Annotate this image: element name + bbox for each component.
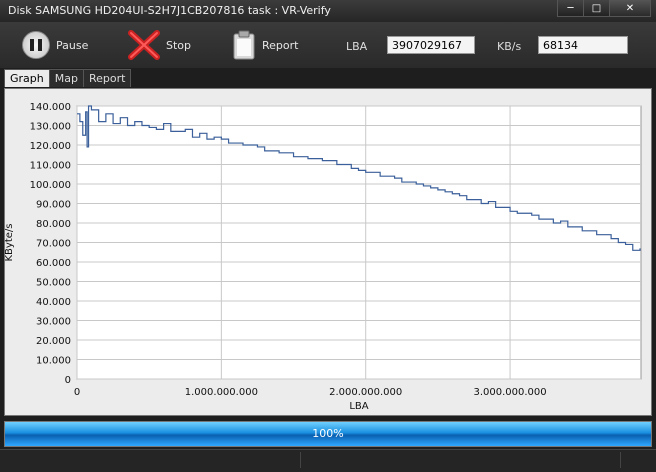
close-button[interactable]: ✕	[609, 0, 651, 17]
y-tick-label: 0	[65, 375, 71, 386]
y-tick-label: 80.000	[36, 219, 71, 230]
close-icon: ✕	[625, 2, 635, 14]
maximize-button[interactable]: □	[583, 0, 610, 17]
progress-bar: 100%	[4, 421, 652, 447]
title-bar: Disk SAMSUNG HD204UI-S2H7J1CB207816 task…	[0, 0, 656, 23]
window-title: Disk SAMSUNG HD204UI-S2H7J1CB207816 task…	[8, 4, 331, 17]
stop-label: Stop	[166, 38, 192, 52]
clipboard-icon	[233, 30, 255, 60]
y-tick-label: 10.000	[36, 356, 71, 367]
tab-graph[interactable]: Graph	[4, 69, 50, 87]
y-tick-label: 70.000	[36, 239, 71, 250]
tab-report[interactable]: Report	[82, 69, 132, 87]
pause-icon	[22, 31, 50, 59]
maximize-icon: □	[591, 2, 602, 14]
y-tick-label: 100.000	[30, 180, 71, 191]
graph-panel: 0 10.000 20.000 30.000 40.000 50.000 60.000 70.…	[4, 88, 652, 416]
pause-label: Pause	[56, 38, 89, 52]
throughput-chart: 0 10.000 20.000 30.000 40.000 50.000 60.000 70.…	[5, 102, 642, 412]
y-tick-label: 130.000	[30, 122, 71, 133]
x-tick-label: 0	[74, 387, 80, 398]
y-tick-label: 120.000	[30, 141, 71, 152]
pause-button[interactable]: Pause	[22, 31, 88, 59]
y-tick-label: 50.000	[36, 278, 71, 289]
status-bar	[0, 449, 656, 472]
kbs-field[interactable]	[538, 36, 628, 54]
toolbar: Pause Stop Report LBA KB/s	[0, 22, 656, 68]
stop-icon	[128, 30, 160, 60]
minimize-button[interactable]: ─	[557, 0, 584, 17]
status-divider	[300, 452, 301, 468]
x-axis-label: LBA	[349, 401, 368, 412]
y-tick-label: 110.000	[30, 161, 71, 172]
y-tick-label: 20.000	[36, 336, 71, 347]
report-button[interactable]: Report	[232, 30, 299, 60]
y-axis-label: KByte/s	[5, 224, 15, 262]
progress-label: 100%	[312, 427, 344, 440]
y-tick-label: 30.000	[36, 317, 71, 328]
lba-label: LBA	[346, 40, 368, 53]
y-tick-label: 60.000	[36, 258, 71, 269]
x-tick-label: 3.000.000.000	[473, 387, 546, 398]
y-tick-label: 90.000	[36, 200, 71, 211]
kbs-label: KB/s	[497, 40, 522, 53]
x-tick-label: 2.000.000.000	[329, 387, 402, 398]
y-tick-label: 40.000	[36, 297, 71, 308]
status-divider	[620, 452, 621, 468]
x-tick-label: 1.000.000.000	[185, 387, 258, 398]
report-label: Report	[262, 38, 299, 52]
tab-bar: Graph Map Report	[4, 69, 132, 87]
minimize-icon: ─	[567, 2, 574, 14]
stop-button[interactable]: Stop	[128, 30, 192, 60]
y-tick-label: 140.000	[30, 102, 71, 113]
lba-field[interactable]	[387, 36, 475, 54]
tab-map[interactable]: Map	[48, 69, 84, 87]
